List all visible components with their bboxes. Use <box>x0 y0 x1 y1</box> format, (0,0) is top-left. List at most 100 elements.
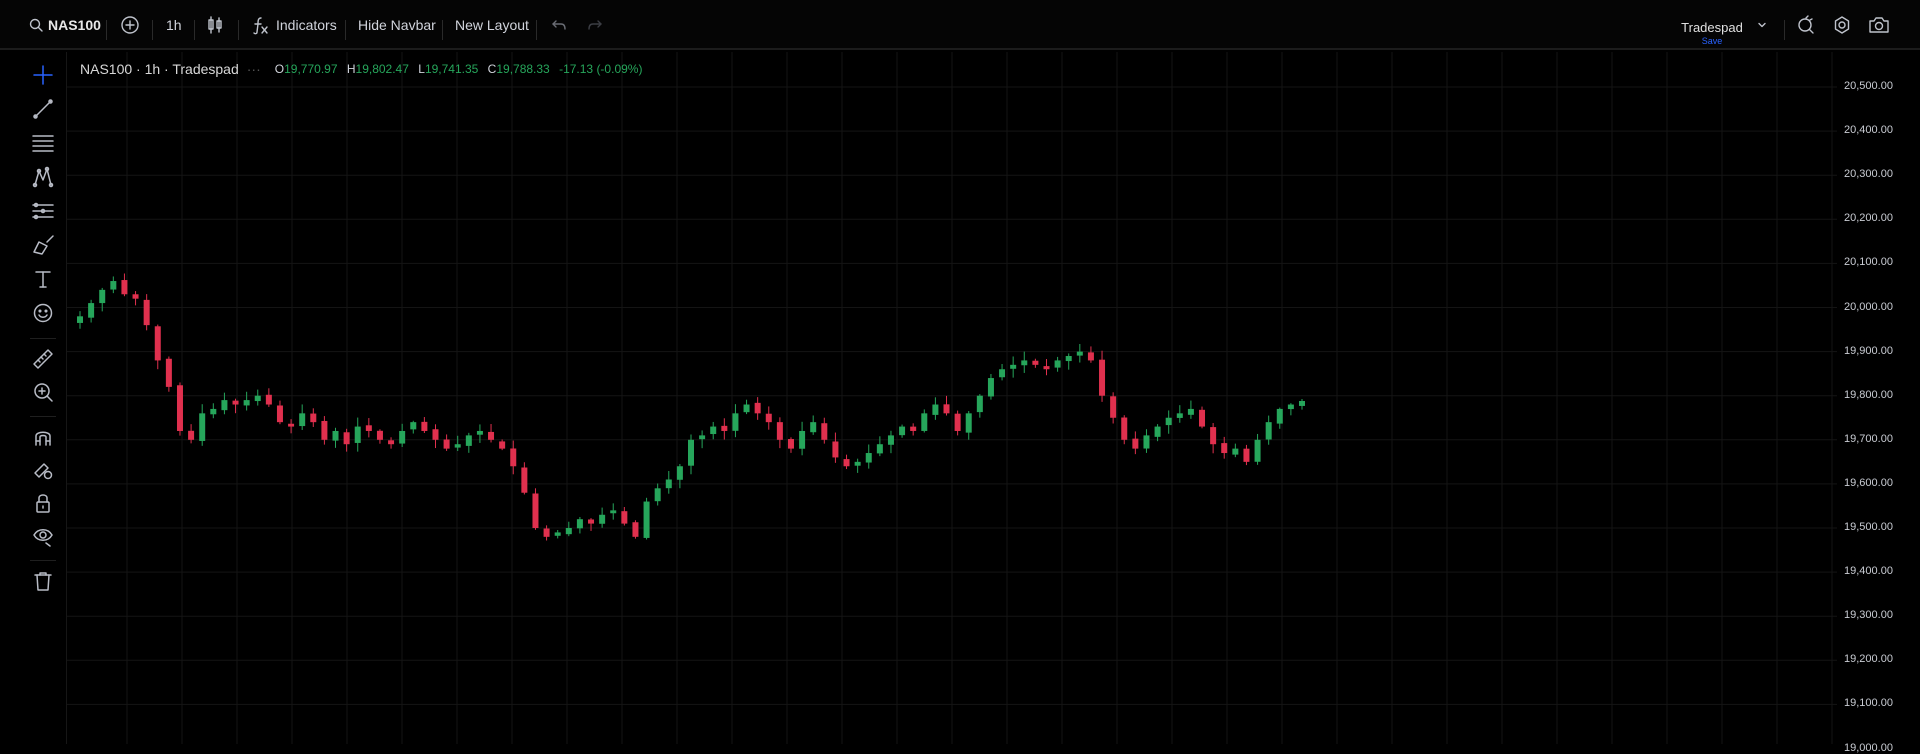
magnet-tool[interactable] <box>28 424 58 450</box>
chart-legend: NAS100 · 1h · Tradespad ··· O19,770.97 H… <box>80 61 648 77</box>
candle-up <box>1176 413 1183 418</box>
interval-button[interactable]: 1h <box>166 0 182 50</box>
pattern-icon <box>32 166 54 188</box>
legend-more-icon[interactable]: ··· <box>247 61 261 77</box>
interval-label: 1h <box>166 17 182 33</box>
candle-up <box>887 435 894 445</box>
fib-tool-icon <box>32 135 54 152</box>
price-axis-label: 19,400.00 <box>1844 565 1893 578</box>
candle-up <box>976 395 983 413</box>
candle-down <box>265 394 272 405</box>
candle-down <box>776 422 783 440</box>
candle-up <box>1165 417 1172 426</box>
price-axis-label: 19,800.00 <box>1844 388 1893 401</box>
indicators-button[interactable]: Indicators <box>252 0 337 50</box>
candle-down <box>1210 427 1217 445</box>
top-toolbar: NAS100 1h Indicators Hide Navbar New Lay… <box>0 0 1920 50</box>
emoji-icon <box>33 303 53 323</box>
separator <box>536 20 537 40</box>
stay-in-drawing-tool[interactable] <box>28 457 58 483</box>
legend-title: NAS100 · 1h · Tradespad <box>80 61 239 77</box>
candle-down <box>510 448 517 467</box>
high-key: H <box>346 62 356 76</box>
candle-up <box>254 395 261 402</box>
high-value: 19,802.47 <box>355 62 409 76</box>
tool-divider <box>30 416 56 417</box>
symbol-label: NAS100 <box>48 17 101 33</box>
candle-up <box>688 439 694 466</box>
new-layout-button[interactable]: New Layout <box>455 0 529 50</box>
ruler-tool[interactable] <box>28 346 58 372</box>
separator <box>152 20 153 40</box>
redo-button[interactable] <box>586 0 604 50</box>
trash-icon <box>34 572 52 591</box>
candlestick-chart[interactable] <box>67 52 1920 744</box>
candle-down <box>343 432 350 445</box>
price-axis-label: 19,100.00 <box>1844 697 1893 710</box>
candle-down <box>288 423 295 427</box>
candle-up <box>1254 439 1261 462</box>
candle-down <box>843 459 850 467</box>
save-button[interactable]: Save <box>1660 36 1764 46</box>
candle-up <box>610 510 617 514</box>
symbol-search-button[interactable]: NAS100 <box>28 0 101 50</box>
text-tool[interactable] <box>28 266 58 292</box>
crosshair-tool[interactable] <box>28 62 58 88</box>
prediction-tool[interactable] <box>28 198 58 224</box>
zoom-in-tool[interactable] <box>28 379 58 405</box>
layout-menu-button[interactable] <box>1756 0 1768 50</box>
candle-up <box>1287 404 1294 410</box>
delete-tool[interactable] <box>28 568 58 594</box>
chart-type-button[interactable] <box>206 0 224 50</box>
layout-name[interactable]: Tradespad <box>1660 20 1764 35</box>
settings-button[interactable] <box>1832 0 1852 50</box>
quick-search-button[interactable] <box>1796 0 1816 50</box>
candle-up <box>865 453 872 463</box>
candle-up <box>676 466 683 480</box>
candle-down <box>310 413 317 423</box>
candle-down <box>499 441 506 449</box>
candle-up <box>210 408 217 415</box>
candle-up <box>110 281 117 290</box>
brush-tool[interactable] <box>28 232 58 258</box>
candle-down <box>232 400 239 405</box>
candle-up <box>354 426 361 443</box>
candle-up <box>554 532 561 536</box>
candle-up <box>732 413 739 431</box>
lock-icon <box>36 494 50 513</box>
text-icon <box>35 271 51 288</box>
trend-line-tool[interactable] <box>28 96 58 122</box>
chart-pane[interactable] <box>67 52 1920 744</box>
price-axis-label: 19,300.00 <box>1844 609 1893 622</box>
candle-down <box>588 519 595 524</box>
lock-tool[interactable] <box>28 490 58 516</box>
candle-up <box>99 289 106 304</box>
candle-down <box>821 423 828 440</box>
candle-down <box>421 421 428 431</box>
candle-up <box>221 400 228 411</box>
emoji-tool[interactable] <box>28 300 58 326</box>
separator <box>345 20 346 40</box>
candle-up <box>199 413 206 441</box>
undo-button[interactable] <box>550 0 568 50</box>
visibility-tool[interactable] <box>28 523 58 549</box>
zoom-in-icon <box>34 383 53 402</box>
screenshot-button[interactable] <box>1868 0 1890 50</box>
add-symbol-button[interactable] <box>120 0 140 50</box>
candle-down <box>632 522 639 537</box>
candle-down <box>154 326 161 361</box>
candle-up <box>999 369 1006 378</box>
candle-down <box>121 280 128 295</box>
fib-tool[interactable] <box>28 130 58 156</box>
candle-down <box>176 385 183 431</box>
separator <box>194 20 195 40</box>
quick-search-icon <box>1798 15 1814 34</box>
candle-down <box>765 413 772 423</box>
candle-up <box>399 430 406 444</box>
candle-up <box>243 400 250 406</box>
hide-navbar-button[interactable]: Hide Navbar <box>358 0 436 50</box>
price-axis-label: 19,600.00 <box>1844 476 1893 489</box>
candle-up <box>299 413 306 427</box>
candle-down <box>532 493 539 528</box>
pattern-tool[interactable] <box>28 164 58 190</box>
